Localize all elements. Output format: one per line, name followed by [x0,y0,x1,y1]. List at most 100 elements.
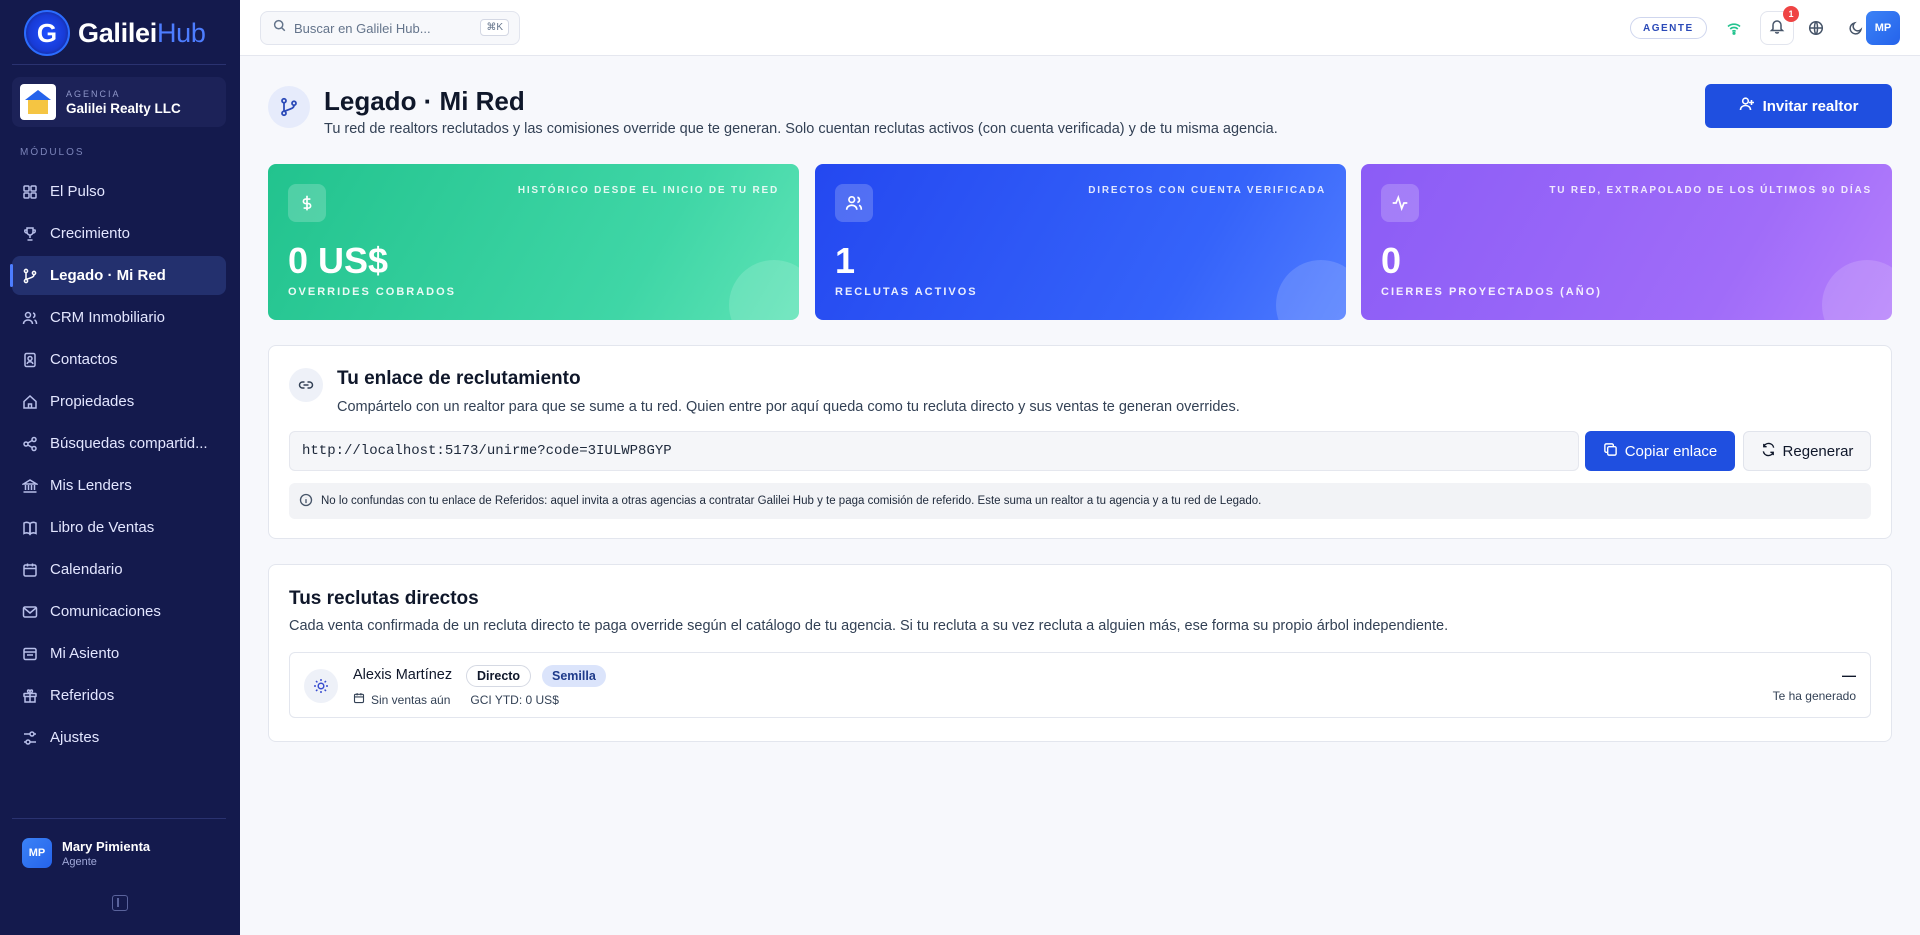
users-icon [835,184,873,222]
modules-label: MÓDULOS [20,147,85,158]
role-badge: AGENTE [1630,17,1707,39]
globe-icon[interactable] [1802,14,1830,42]
stat-value: 0 US$ [288,240,389,281]
stat-card-overrides: HISTÓRICO DESDE EL INICIO DE TU RED 0 US… [268,164,799,320]
invite-realtor-button[interactable]: Invitar realtor [1705,84,1892,128]
sidebar-item-crm[interactable]: CRM Inmobiliario [12,298,226,337]
sidebar-item-mi-asiento[interactable]: Mi Asiento [12,634,226,673]
wifi-icon [1720,14,1748,42]
brand[interactable]: G GalileiHub [24,10,206,56]
sidebar-item-contactos[interactable]: Contactos [12,340,226,379]
direct-recruits-card: Tus reclutas directos Cada venta confirm… [268,564,1892,742]
link-icon [289,368,323,402]
user-plus-icon [1739,96,1755,116]
main-content: Legado · Mi Red Tu red de realtors reclu… [240,56,1920,935]
recruitment-link-subtitle: Compártelo con un realtor para que se su… [337,399,1240,415]
agency-logo [20,84,56,120]
activity-icon [1381,184,1419,222]
stat-card-recruits: DIRECTOS CON CUENTA VERIFICADA 1 RECLUTA… [815,164,1346,320]
stat-label: OVERRIDES COBRADOS [288,286,457,298]
brand-name: GalileiHub [78,17,206,48]
branch-icon [268,86,310,128]
sidebar-nav: El Pulso Crecimiento Legado · Mi Red CRM… [10,172,226,760]
agency-label: AGENCIA [66,88,121,99]
bank-icon [22,478,38,494]
stat-caption: DIRECTOS CON CUENTA VERIFICADA [1088,185,1326,196]
book-icon [22,520,38,536]
recruit-generated-label: Te ha generado [1772,689,1856,703]
gift-icon [22,688,38,704]
recruitment-link-title: Tu enlace de reclutamiento [337,368,581,389]
search-input[interactable] [294,20,484,36]
agency-selector[interactable]: AGENCIA Galilei Realty LLC [12,77,226,127]
copy-icon [1603,442,1618,461]
sidebar-item-referidos[interactable]: Referidos [12,676,226,715]
sidebar-item-busquedas[interactable]: Búsquedas compartid... [12,424,226,463]
stat-caption: TU RED, EXTRAPOLADO DE LOS ÚLTIMOS 90 DÍ… [1549,185,1872,196]
sidebar-item-calendario[interactable]: Calendario [12,550,226,589]
stat-label: RECLUTAS ACTIVOS [835,286,978,298]
sidebar-divider [12,64,226,65]
recruit-gci: GCI YTD: 0 US$ [470,692,559,707]
stat-card-projected: TU RED, EXTRAPOLADO DE LOS ÚLTIMOS 90 DÍ… [1361,164,1892,320]
home-icon [22,394,38,410]
sidebar-item-comunicaciones[interactable]: Comunicaciones [12,592,226,631]
sidebar-divider-bottom [12,818,226,819]
page-subtitle: Tu red de realtors reclutados y las comi… [324,121,1278,137]
info-icon [299,493,313,510]
page-title: Legado · Mi Red [324,86,525,116]
sidebar-item-lenders[interactable]: Mis Lenders [12,466,226,505]
info-note: No lo confundas con tu enlace de Referid… [289,483,1871,519]
user-role: Agente [62,855,97,868]
seat-icon [22,646,38,662]
search-shortcut: ⌘K [480,19,509,36]
search-box[interactable]: ⌘K [260,11,520,45]
recruit-sales: Sin ventas aún [371,692,451,707]
sidebar-item-legado[interactable]: Legado · Mi Red [10,256,226,295]
regenerate-link-button[interactable]: Regenerar [1743,431,1871,471]
direct-recruits-subtitle: Cada venta confirmada de un recluta dire… [289,618,1449,634]
sidebar-item-ajustes[interactable]: Ajustes [12,718,226,757]
sidebar-item-libro-ventas[interactable]: Libro de Ventas [12,508,226,547]
calendar-icon [353,692,365,707]
notifications-button[interactable]: 1 [1760,6,1799,45]
recruit-meta: Sin ventas aún GCI YTD: 0 US$ [353,692,559,707]
sidebar-item-el-pulso[interactable]: El Pulso [12,172,226,211]
stat-value: 0 [1381,240,1402,281]
user-profile[interactable]: MP Mary Pimienta Agente [22,838,150,868]
collapse-sidebar-icon[interactable] [112,895,128,911]
sliders-icon [22,730,38,746]
recruit-generated-amount: — [1842,667,1856,683]
sidebar-item-crecimiento[interactable]: Crecimiento [12,214,226,253]
sidebar: G GalileiHub AGENCIA Galilei Realty LLC … [0,0,240,935]
agency-name: Galilei Realty LLC [66,100,181,116]
calendar-icon [22,562,38,578]
branch-icon [22,268,38,284]
stat-value: 1 [835,240,856,281]
copy-link-button[interactable]: Copiar enlace [1585,431,1735,471]
brand-logo-icon: G [24,10,70,56]
topbar: ⌘K AGENTE 1 MP [240,0,1920,56]
stat-caption: HISTÓRICO DESDE EL INICIO DE TU RED [517,185,779,196]
trophy-icon [22,226,38,242]
refresh-icon [1761,442,1776,461]
recruit-tag-direct: Directo [466,665,532,687]
recruit-tag-seed: Semilla [542,665,606,687]
avatar: MP [22,838,52,868]
bell-icon [1769,18,1785,39]
header-avatar[interactable]: MP [1866,11,1900,45]
direct-recruits-title: Tus reclutas directos [289,588,479,609]
share-icon [22,436,38,452]
user-name: Mary Pimienta [62,838,151,854]
list-item[interactable]: Alexis Martínez Directo Semilla Sin vent… [289,652,1871,718]
contact-icon [22,352,38,368]
mail-icon [22,604,38,620]
recruit-name: Alexis Martínez [353,667,453,683]
recruitment-url-field[interactable]: http://localhost:5173/unirme?code=3IULWP… [289,431,1579,471]
recruitment-link-card: Tu enlace de reclutamiento Compártelo co… [268,345,1892,539]
sun-icon [304,669,338,703]
dollar-icon [288,184,326,222]
grid-icon [22,184,38,200]
sidebar-item-propiedades[interactable]: Propiedades [12,382,226,421]
users-icon [22,310,38,326]
